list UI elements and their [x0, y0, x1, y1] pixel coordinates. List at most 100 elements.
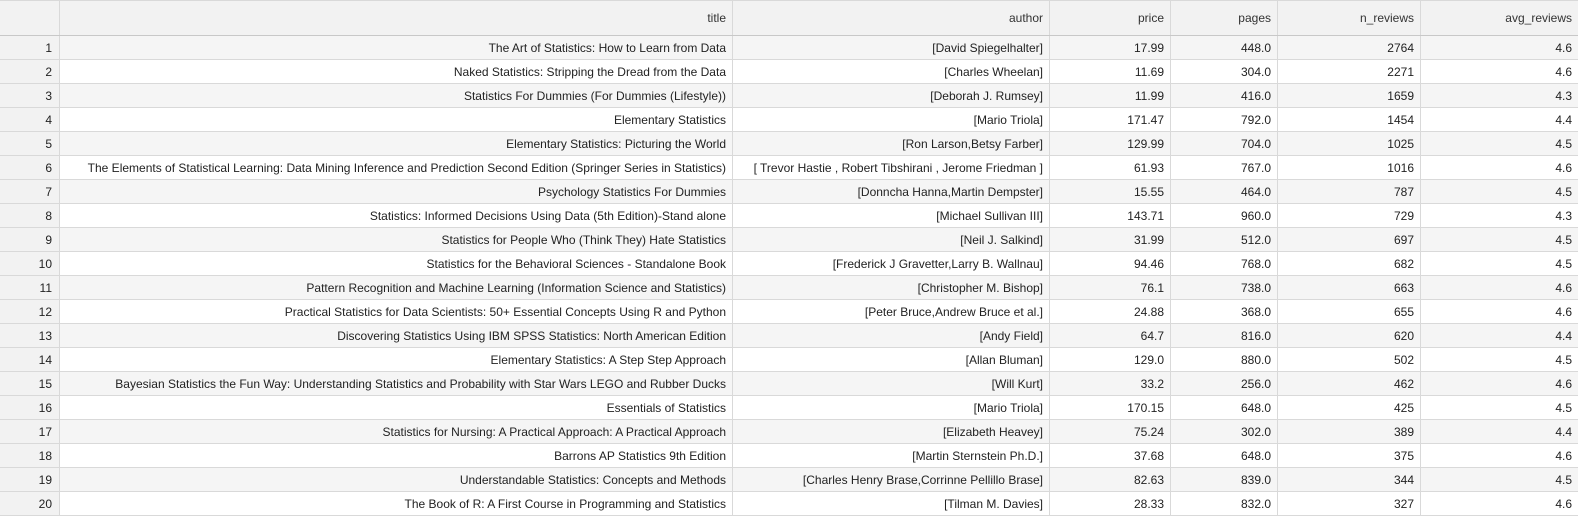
row-index-cell[interactable]: 7 — [0, 180, 60, 203]
cell-author[interactable]: [Andy Field] — [733, 324, 1050, 347]
table-row[interactable]: 14 Elementary Statistics: A Step Step App… — [0, 348, 1578, 372]
column-header-price[interactable]: price — [1050, 1, 1171, 35]
row-index-cell[interactable]: 9 — [0, 228, 60, 251]
row-index-cell[interactable]: 8 — [0, 204, 60, 227]
cell-price[interactable]: 17.99 — [1050, 36, 1171, 59]
cell-pages[interactable]: 792.0 — [1171, 108, 1278, 131]
cell-pages[interactable]: 416.0 — [1171, 84, 1278, 107]
cell-avg-reviews[interactable]: 4.3 — [1421, 204, 1578, 227]
cell-n-reviews[interactable]: 1025 — [1278, 132, 1421, 155]
cell-price[interactable]: 171.47 — [1050, 108, 1171, 131]
cell-title[interactable]: The Book of R: A First Course in Program… — [60, 492, 733, 515]
table-row[interactable]: 16 Essentials of Statistics [Mario Triola]… — [0, 396, 1578, 420]
row-index-cell[interactable]: 10 — [0, 252, 60, 275]
cell-author[interactable]: [Frederick J Gravetter,Larry B. Wallnau] — [733, 252, 1050, 275]
column-header-avg-reviews[interactable]: avg_reviews — [1421, 1, 1578, 35]
cell-price[interactable]: 129.0 — [1050, 348, 1171, 371]
cell-price[interactable]: 11.69 — [1050, 60, 1171, 83]
cell-n-reviews[interactable]: 663 — [1278, 276, 1421, 299]
cell-pages[interactable]: 768.0 — [1171, 252, 1278, 275]
table-row[interactable]: 19 Understandable Statistics: Concepts an… — [0, 468, 1578, 492]
cell-price[interactable]: 24.88 — [1050, 300, 1171, 323]
row-index-cell[interactable]: 4 — [0, 108, 60, 131]
cell-pages[interactable]: 816.0 — [1171, 324, 1278, 347]
cell-pages[interactable]: 767.0 — [1171, 156, 1278, 179]
cell-n-reviews[interactable]: 425 — [1278, 396, 1421, 419]
cell-pages[interactable]: 448.0 — [1171, 36, 1278, 59]
table-row[interactable]: 13 Discovering Statistics Using IBM SPSS … — [0, 324, 1578, 348]
row-index-cell[interactable]: 15 — [0, 372, 60, 395]
table-row[interactable]: 9 Statistics for People Who (Think They) … — [0, 228, 1578, 252]
cell-pages[interactable]: 648.0 — [1171, 396, 1278, 419]
cell-price[interactable]: 129.99 — [1050, 132, 1171, 155]
cell-author[interactable]: [Will Kurt] — [733, 372, 1050, 395]
cell-title[interactable]: Psychology Statistics For Dummies — [60, 180, 733, 203]
cell-price[interactable]: 33.2 — [1050, 372, 1171, 395]
cell-pages[interactable]: 738.0 — [1171, 276, 1278, 299]
table-row[interactable]: 1 The Art of Statistics: How to Learn fro… — [0, 36, 1578, 60]
row-index-cell[interactable]: 6 — [0, 156, 60, 179]
cell-n-reviews[interactable]: 787 — [1278, 180, 1421, 203]
cell-pages[interactable]: 368.0 — [1171, 300, 1278, 323]
cell-pages[interactable]: 256.0 — [1171, 372, 1278, 395]
cell-avg-reviews[interactable]: 4.6 — [1421, 372, 1578, 395]
cell-avg-reviews[interactable]: 4.5 — [1421, 348, 1578, 371]
row-index-cell[interactable]: 1 — [0, 36, 60, 59]
cell-author[interactable]: [Mario Triola] — [733, 396, 1050, 419]
table-row[interactable]: 2 Naked Statistics: Stripping the Dread f… — [0, 60, 1578, 84]
cell-pages[interactable]: 704.0 — [1171, 132, 1278, 155]
cell-n-reviews[interactable]: 327 — [1278, 492, 1421, 515]
cell-avg-reviews[interactable]: 4.6 — [1421, 276, 1578, 299]
cell-price[interactable]: 76.1 — [1050, 276, 1171, 299]
cell-n-reviews[interactable]: 344 — [1278, 468, 1421, 491]
cell-n-reviews[interactable]: 389 — [1278, 420, 1421, 443]
cell-avg-reviews[interactable]: 4.6 — [1421, 60, 1578, 83]
cell-n-reviews[interactable]: 2764 — [1278, 36, 1421, 59]
cell-n-reviews[interactable]: 1454 — [1278, 108, 1421, 131]
cell-avg-reviews[interactable]: 4.3 — [1421, 84, 1578, 107]
cell-avg-reviews[interactable]: 4.6 — [1421, 444, 1578, 467]
cell-n-reviews[interactable]: 620 — [1278, 324, 1421, 347]
cell-title[interactable]: Understandable Statistics: Concepts and … — [60, 468, 733, 491]
cell-title[interactable]: Essentials of Statistics — [60, 396, 733, 419]
cell-author[interactable]: [Neil J. Salkind] — [733, 228, 1050, 251]
cell-title[interactable]: Statistics For Dummies (For Dummies (Lif… — [60, 84, 733, 107]
table-row[interactable]: 3 Statistics For Dummies (For Dummies (Li… — [0, 84, 1578, 108]
table-row[interactable]: 8 Statistics: Informed Decisions Using Da… — [0, 204, 1578, 228]
cell-author[interactable]: [Michael Sullivan III] — [733, 204, 1050, 227]
cell-avg-reviews[interactable]: 4.6 — [1421, 156, 1578, 179]
cell-author[interactable]: [Mario Triola] — [733, 108, 1050, 131]
column-header-author[interactable]: author — [733, 1, 1050, 35]
cell-pages[interactable]: 304.0 — [1171, 60, 1278, 83]
cell-avg-reviews[interactable]: 4.6 — [1421, 492, 1578, 515]
cell-author[interactable]: [ Trevor Hastie , Robert Tibshirani , Je… — [733, 156, 1050, 179]
cell-pages[interactable]: 839.0 — [1171, 468, 1278, 491]
cell-price[interactable]: 31.99 — [1050, 228, 1171, 251]
row-index-cell[interactable]: 5 — [0, 132, 60, 155]
cell-title[interactable]: Elementary Statistics: A Step Step Appro… — [60, 348, 733, 371]
cell-avg-reviews[interactable]: 4.4 — [1421, 108, 1578, 131]
table-row[interactable]: 18 Barrons AP Statistics 9th Edition [Mart… — [0, 444, 1578, 468]
cell-avg-reviews[interactable]: 4.4 — [1421, 324, 1578, 347]
cell-pages[interactable]: 960.0 — [1171, 204, 1278, 227]
cell-n-reviews[interactable]: 502 — [1278, 348, 1421, 371]
cell-n-reviews[interactable]: 655 — [1278, 300, 1421, 323]
cell-title[interactable]: Discovering Statistics Using IBM SPSS St… — [60, 324, 733, 347]
cell-n-reviews[interactable]: 1016 — [1278, 156, 1421, 179]
cell-author[interactable]: [Elizabeth Heavey] — [733, 420, 1050, 443]
cell-avg-reviews[interactable]: 4.5 — [1421, 180, 1578, 203]
cell-n-reviews[interactable]: 729 — [1278, 204, 1421, 227]
cell-pages[interactable]: 464.0 — [1171, 180, 1278, 203]
cell-author[interactable]: [Allan Bluman] — [733, 348, 1050, 371]
cell-avg-reviews[interactable]: 4.5 — [1421, 132, 1578, 155]
cell-n-reviews[interactable]: 682 — [1278, 252, 1421, 275]
cell-pages[interactable]: 648.0 — [1171, 444, 1278, 467]
row-index-cell[interactable]: 18 — [0, 444, 60, 467]
column-header-pages[interactable]: pages — [1171, 1, 1278, 35]
cell-pages[interactable]: 880.0 — [1171, 348, 1278, 371]
cell-n-reviews[interactable]: 697 — [1278, 228, 1421, 251]
table-row[interactable]: 17 Statistics for Nursing: A Practical Ap… — [0, 420, 1578, 444]
cell-author[interactable]: [Christopher M. Bishop] — [733, 276, 1050, 299]
cell-author[interactable]: [Charles Henry Brase,Corrinne Pellillo B… — [733, 468, 1050, 491]
cell-price[interactable]: 64.7 — [1050, 324, 1171, 347]
